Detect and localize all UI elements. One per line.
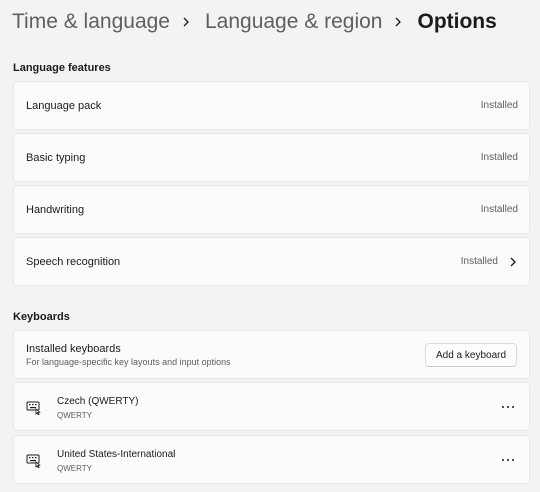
more-options-icon[interactable] bbox=[501, 453, 515, 467]
row-label: Basic typing bbox=[26, 151, 86, 164]
more-options-icon[interactable] bbox=[501, 400, 515, 414]
add-keyboard-button[interactable]: Add a keyboard bbox=[425, 343, 517, 367]
speech-recognition-row[interactable]: Speech recognition Installed bbox=[13, 237, 530, 286]
status-text: Installed bbox=[480, 204, 518, 215]
keyboard-layout: QWERTY bbox=[57, 464, 92, 473]
row-label: Handwriting bbox=[26, 203, 85, 216]
keyboard-layout: QWERTY bbox=[57, 411, 92, 420]
breadcrumb: Time & language Language & region Option… bbox=[12, 8, 497, 36]
page-title: Options bbox=[417, 10, 497, 33]
status-text: Installed bbox=[460, 256, 498, 267]
chevron-right-icon bbox=[394, 17, 404, 27]
basic-typing-row[interactable]: Basic typing Installed bbox=[13, 133, 530, 182]
keyboard-name: Czech (QWERTY) bbox=[57, 396, 139, 407]
keyboard-icon bbox=[26, 454, 41, 468]
row-label: Language pack bbox=[26, 99, 102, 112]
chevron-right-icon bbox=[510, 257, 516, 266]
language-features-header: Language features bbox=[13, 62, 111, 74]
keyboards-header: Keyboards bbox=[13, 311, 70, 323]
breadcrumb-language-region[interactable]: Language & region bbox=[205, 10, 383, 34]
keyboard-name: United States-International bbox=[57, 449, 176, 460]
installed-keyboards-title: Installed keyboards bbox=[26, 343, 121, 355]
keyboard-icon bbox=[26, 401, 41, 415]
installed-keyboards-subtitle: For language-specific key layouts and in… bbox=[26, 357, 231, 367]
chevron-right-icon bbox=[182, 17, 192, 27]
installed-keyboards-row: Installed keyboards For language-specifi… bbox=[13, 330, 530, 379]
handwriting-row[interactable]: Handwriting Installed bbox=[13, 185, 530, 234]
row-label: Speech recognition bbox=[26, 255, 121, 268]
keyboard-us-international-row[interactable]: United States-International QWERTY bbox=[13, 435, 530, 484]
status-text: Installed bbox=[480, 152, 518, 163]
language-pack-row[interactable]: Language pack Installed bbox=[13, 81, 530, 130]
keyboard-czech-row[interactable]: Czech (QWERTY) QWERTY bbox=[13, 382, 530, 431]
breadcrumb-time-language[interactable]: Time & language bbox=[12, 10, 170, 34]
status-text: Installed bbox=[480, 100, 518, 111]
